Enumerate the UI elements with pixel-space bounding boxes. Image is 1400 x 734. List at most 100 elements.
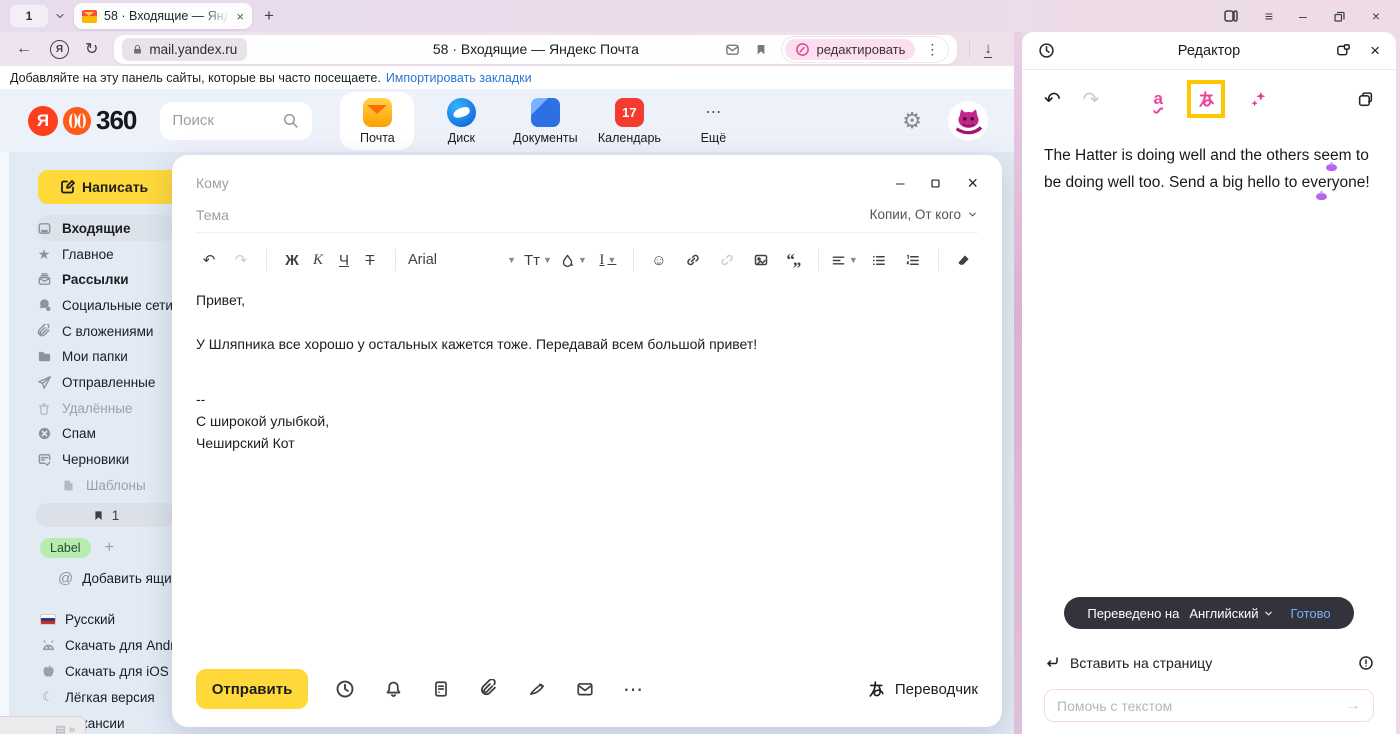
open-in-window-icon[interactable]: [1335, 43, 1352, 58]
label-tag[interactable]: Label: [40, 538, 91, 558]
panels-icon[interactable]: [1223, 8, 1239, 24]
language-select[interactable]: Английский: [1189, 606, 1274, 621]
app-disk[interactable]: Диск: [424, 92, 498, 150]
edit-button[interactable]: редактировать: [785, 39, 915, 60]
tab-close-icon[interactable]: ×: [236, 9, 244, 24]
info-icon[interactable]: [1358, 655, 1374, 671]
tabs-chevron-down-icon[interactable]: [54, 10, 66, 22]
font-select[interactable]: Arial ▼: [408, 252, 516, 268]
italic-button[interactable]: К: [305, 247, 331, 273]
send-button[interactable]: Отправить: [196, 669, 308, 709]
restore-icon[interactable]: [1333, 10, 1346, 23]
sidebar-item-my-folders[interactable]: Мои папки: [36, 344, 128, 369]
to-field[interactable]: Кому: [196, 175, 229, 191]
browser-tab[interactable]: 58 · Входящие — Яндек ×: [74, 3, 252, 29]
pen-signature-icon[interactable]: [526, 678, 548, 700]
sidebar-item-drafts[interactable]: Черновики: [36, 447, 129, 472]
history-clock-icon[interactable]: [1038, 42, 1055, 59]
subject-field[interactable]: Тема: [196, 207, 229, 223]
collapsed-corner-widget[interactable]: ▤ »: [0, 716, 86, 734]
emoji-icon[interactable]: ☺: [646, 247, 672, 273]
font-size-button[interactable]: Tт▼: [524, 247, 552, 273]
panel-divider[interactable]: [1014, 32, 1022, 734]
refresh-icon[interactable]: ↻: [85, 39, 98, 59]
sidebar-item-templates[interactable]: Шаблоны: [60, 473, 146, 498]
compose-button[interactable]: Написать: [38, 170, 188, 204]
search-box[interactable]: [160, 102, 312, 140]
app-calendar[interactable]: 17 Календарь: [592, 92, 666, 150]
bold-button[interactable]: Ж: [279, 247, 305, 273]
sidebar-item-trash[interactable]: Удалённые: [36, 396, 132, 421]
domain-chip[interactable]: mail.yandex.ru: [122, 38, 247, 61]
schedule-clock-icon[interactable]: [334, 678, 356, 700]
sidebar-item-sent[interactable]: Отправленные: [36, 370, 155, 395]
underline-button[interactable]: Ч: [331, 247, 357, 273]
sidebar-item-attachments[interactable]: С вложениями: [36, 319, 153, 344]
translated-text[interactable]: The Hatter is doing well and the others …: [1044, 142, 1374, 196]
minimize-icon[interactable]: –: [1299, 8, 1307, 24]
menu-icon[interactable]: ≡: [1265, 8, 1273, 24]
ai-sparkles-icon[interactable]: [1249, 90, 1267, 108]
app-mail[interactable]: Почта: [340, 92, 414, 150]
bullet-list-icon[interactable]: [866, 247, 892, 273]
sidebar-item-spam[interactable]: Спам: [36, 421, 96, 446]
sidebar-item-social[interactable]: Социальные сети: [36, 293, 173, 318]
close-panel-icon[interactable]: ×: [1370, 41, 1380, 61]
quote-button[interactable]: “„: [780, 247, 806, 273]
insert-image-icon[interactable]: [748, 247, 774, 273]
numbered-list-icon[interactable]: [900, 247, 926, 273]
language-link[interactable]: Русский: [40, 611, 115, 627]
back-icon[interactable]: ←: [16, 40, 32, 58]
copy-icon[interactable]: [1357, 91, 1374, 108]
edit-more-icon[interactable]: ⋮: [925, 41, 945, 58]
attach-paperclip-icon[interactable]: [478, 678, 500, 700]
redo-icon[interactable]: ↷: [228, 247, 254, 273]
unlink-icon[interactable]: [714, 247, 740, 273]
sidebar-item-important[interactable]: ★ Главное: [36, 242, 114, 267]
search-input[interactable]: [172, 112, 282, 129]
translate-tool-highlight[interactable]: [1187, 80, 1225, 118]
settings-gear-icon[interactable]: ⚙: [902, 108, 922, 134]
eraser-icon[interactable]: [951, 247, 977, 273]
submit-arrow-icon[interactable]: →: [1345, 697, 1361, 715]
compose-close-icon[interactable]: ×: [967, 173, 978, 194]
cc-from-toggle[interactable]: Копии, От кого: [870, 207, 978, 222]
undo-icon[interactable]: ↶: [196, 247, 222, 273]
translator-toggle[interactable]: Переводчик: [867, 680, 978, 699]
text-color-button[interactable]: I▼: [595, 247, 621, 273]
notes-icon[interactable]: [430, 678, 452, 700]
prompt-input[interactable]: [1057, 698, 1345, 714]
new-tab-button[interactable]: +: [264, 6, 274, 26]
download-android-link[interactable]: Скачать для Android: [40, 637, 193, 653]
message-body[interactable]: Привет, У Шляпника все хорошо у остальны…: [196, 289, 978, 454]
reminder-bell-icon[interactable]: [382, 678, 404, 700]
align-button[interactable]: ▼: [831, 247, 858, 273]
add-mailbox[interactable]: @ Добавить ящик: [58, 570, 178, 587]
strikethrough-button[interactable]: Т: [357, 247, 383, 273]
mail-envelope-icon[interactable]: [724, 42, 741, 57]
add-label-icon[interactable]: +: [105, 539, 114, 557]
download-ios-link[interactable]: Скачать для iOS: [40, 663, 169, 679]
user-avatar[interactable]: [948, 101, 988, 141]
envelope-icon[interactable]: [574, 678, 596, 700]
sidebar-item-newsletters[interactable]: Рассылки: [36, 267, 129, 292]
editor-redo-icon[interactable]: ↷: [1083, 87, 1100, 112]
light-version-link[interactable]: ☾ Лёгкая версия: [40, 689, 155, 705]
download-icon[interactable]: ↓: [984, 41, 992, 58]
url-field[interactable]: mail.yandex.ru 58 · Входящие — Яндекс По…: [114, 35, 957, 64]
bookmark-icon[interactable]: [755, 42, 767, 57]
link-icon[interactable]: [680, 247, 706, 273]
done-button[interactable]: Готово: [1290, 606, 1330, 621]
import-bookmarks-link[interactable]: Импортировать закладки: [386, 71, 532, 85]
more-options-icon[interactable]: ⋯: [622, 678, 644, 700]
compose-maximize-icon[interactable]: [930, 178, 941, 189]
pinned-filter[interactable]: 1: [36, 503, 176, 527]
editor-undo-icon[interactable]: ↶: [1044, 87, 1061, 112]
app-more[interactable]: ⋯ Ещё: [676, 92, 750, 150]
insert-on-page[interactable]: Вставить на страницу: [1044, 651, 1374, 675]
close-window-icon[interactable]: ×: [1372, 8, 1380, 24]
yandex-protect-icon[interactable]: Я: [50, 40, 69, 59]
spellcheck-tool-icon[interactable]: a: [1154, 89, 1163, 109]
tab-counter[interactable]: 1: [10, 5, 48, 27]
yandex-360-logo[interactable]: Я 360: [28, 105, 136, 136]
